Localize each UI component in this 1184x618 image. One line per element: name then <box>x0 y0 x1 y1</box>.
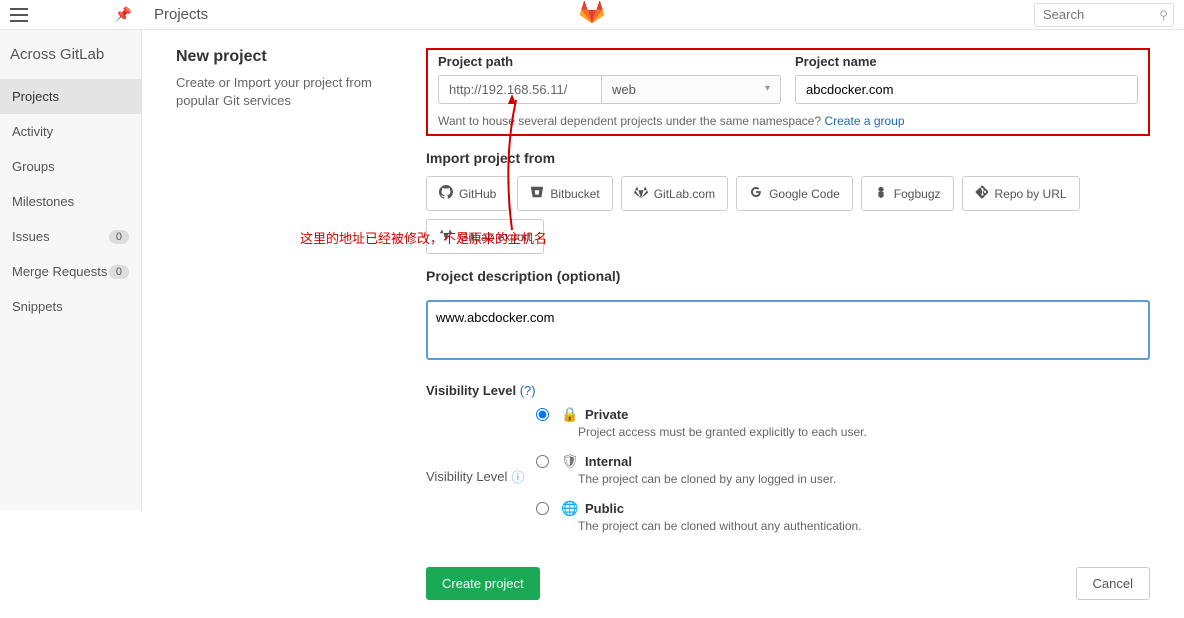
import-gitlabcom-button[interactable]: GitLab.com <box>621 176 728 211</box>
description-label: Project description (optional) <box>426 268 1150 284</box>
button-label: Fogbugz <box>894 187 941 201</box>
visibility-option-public: 🌐 Public The project can be cloned witho… <box>536 500 1150 533</box>
button-label: Google Code <box>769 187 840 201</box>
visibility-help-link[interactable]: (?) <box>520 383 536 398</box>
import-bitbucket-button[interactable]: Bitbucket <box>517 176 612 211</box>
visibility-radio-private[interactable] <box>536 408 549 421</box>
visibility-desc: The project can be cloned without any au… <box>578 519 1150 533</box>
fogbugz-icon <box>874 185 888 202</box>
gitlab-logo-icon[interactable] <box>579 0 605 30</box>
visibility-desc: Project access must be granted explicitl… <box>578 425 1150 439</box>
main-content: New project Create or Import your projec… <box>142 30 1184 618</box>
form-footer: Create project Cancel <box>426 567 1150 600</box>
import-repourl-button[interactable]: Repo by URL <box>962 176 1080 211</box>
visibility-grid: Visibility Level ⓘ 🔒 Private Project acc… <box>426 406 1150 547</box>
hamburger-icon[interactable] <box>10 6 28 24</box>
project-path-label: Project path <box>438 54 781 69</box>
cancel-button[interactable]: Cancel <box>1076 567 1150 600</box>
visibility-name: Public <box>585 501 624 516</box>
github-icon <box>439 185 453 202</box>
import-googlecode-button[interactable]: Google Code <box>736 176 853 211</box>
button-label: Repo by URL <box>995 187 1067 201</box>
project-path-group: http://192.168.56.11/ web <box>438 75 781 104</box>
namespace-note: Want to house several dependent projects… <box>428 114 1148 134</box>
button-label: GitLab.com <box>654 187 715 201</box>
globe-icon: 🌐 <box>561 500 577 517</box>
form-column: Project path http://192.168.56.11/ web P… <box>426 48 1150 600</box>
left-column: New project Create or Import your projec… <box>176 48 376 600</box>
google-icon <box>749 185 763 202</box>
visibility-desc: The project can be cloned by any logged … <box>578 472 1150 486</box>
namespace-select[interactable]: web <box>601 75 781 104</box>
project-name-label: Project name <box>795 54 1138 69</box>
button-label: Bitbucket <box>550 187 599 201</box>
visibility-side-label: Visibility Level ⓘ <box>426 406 536 547</box>
highlighted-path-name-box: Project path http://192.168.56.11/ web P… <box>426 48 1150 136</box>
pin-icon[interactable]: 📌 <box>115 6 132 23</box>
top-bar: 📌 Projects ⚲ <box>0 0 1184 30</box>
import-fogbugz-button[interactable]: Fogbugz <box>861 176 954 211</box>
visibility-name: Private <box>585 407 628 422</box>
shield-icon: 🛡 <box>561 453 577 470</box>
create-project-button[interactable]: Create project <box>426 567 540 600</box>
annotation-text: 这里的地址已经被修改，不是原来的主机名 <box>300 228 547 247</box>
description-textarea[interactable] <box>426 300 1150 360</box>
button-label: GitHub <box>459 187 496 201</box>
import-github-button[interactable]: GitHub <box>426 176 509 211</box>
import-section-title: Import project from <box>426 150 1150 166</box>
page-title: New project <box>176 48 376 66</box>
annotation-arrow-icon <box>498 90 526 245</box>
lock-icon: 🔒 <box>561 406 577 423</box>
project-name-input[interactable] <box>795 75 1138 104</box>
search-input[interactable] <box>1034 3 1174 27</box>
visibility-radio-internal[interactable] <box>536 455 549 468</box>
visibility-radio-public[interactable] <box>536 502 549 515</box>
bitbucket-icon <box>530 185 544 202</box>
search-container: ⚲ <box>1034 3 1174 27</box>
visibility-name: Internal <box>585 454 632 469</box>
search-icon: ⚲ <box>1159 8 1168 22</box>
create-group-link[interactable]: Create a group <box>824 114 904 128</box>
gitlab-icon <box>634 185 648 202</box>
question-icon[interactable]: ⓘ <box>511 467 524 486</box>
page-description: Create or Import your project from popul… <box>176 74 376 110</box>
visibility-option-internal: 🛡 Internal The project can be cloned by … <box>536 453 1150 486</box>
topbar-left: 📌 <box>0 6 142 24</box>
git-icon <box>975 185 989 202</box>
visibility-option-private: 🔒 Private Project access must be granted… <box>536 406 1150 439</box>
visibility-title: Visibility Level (?) <box>426 383 1150 398</box>
